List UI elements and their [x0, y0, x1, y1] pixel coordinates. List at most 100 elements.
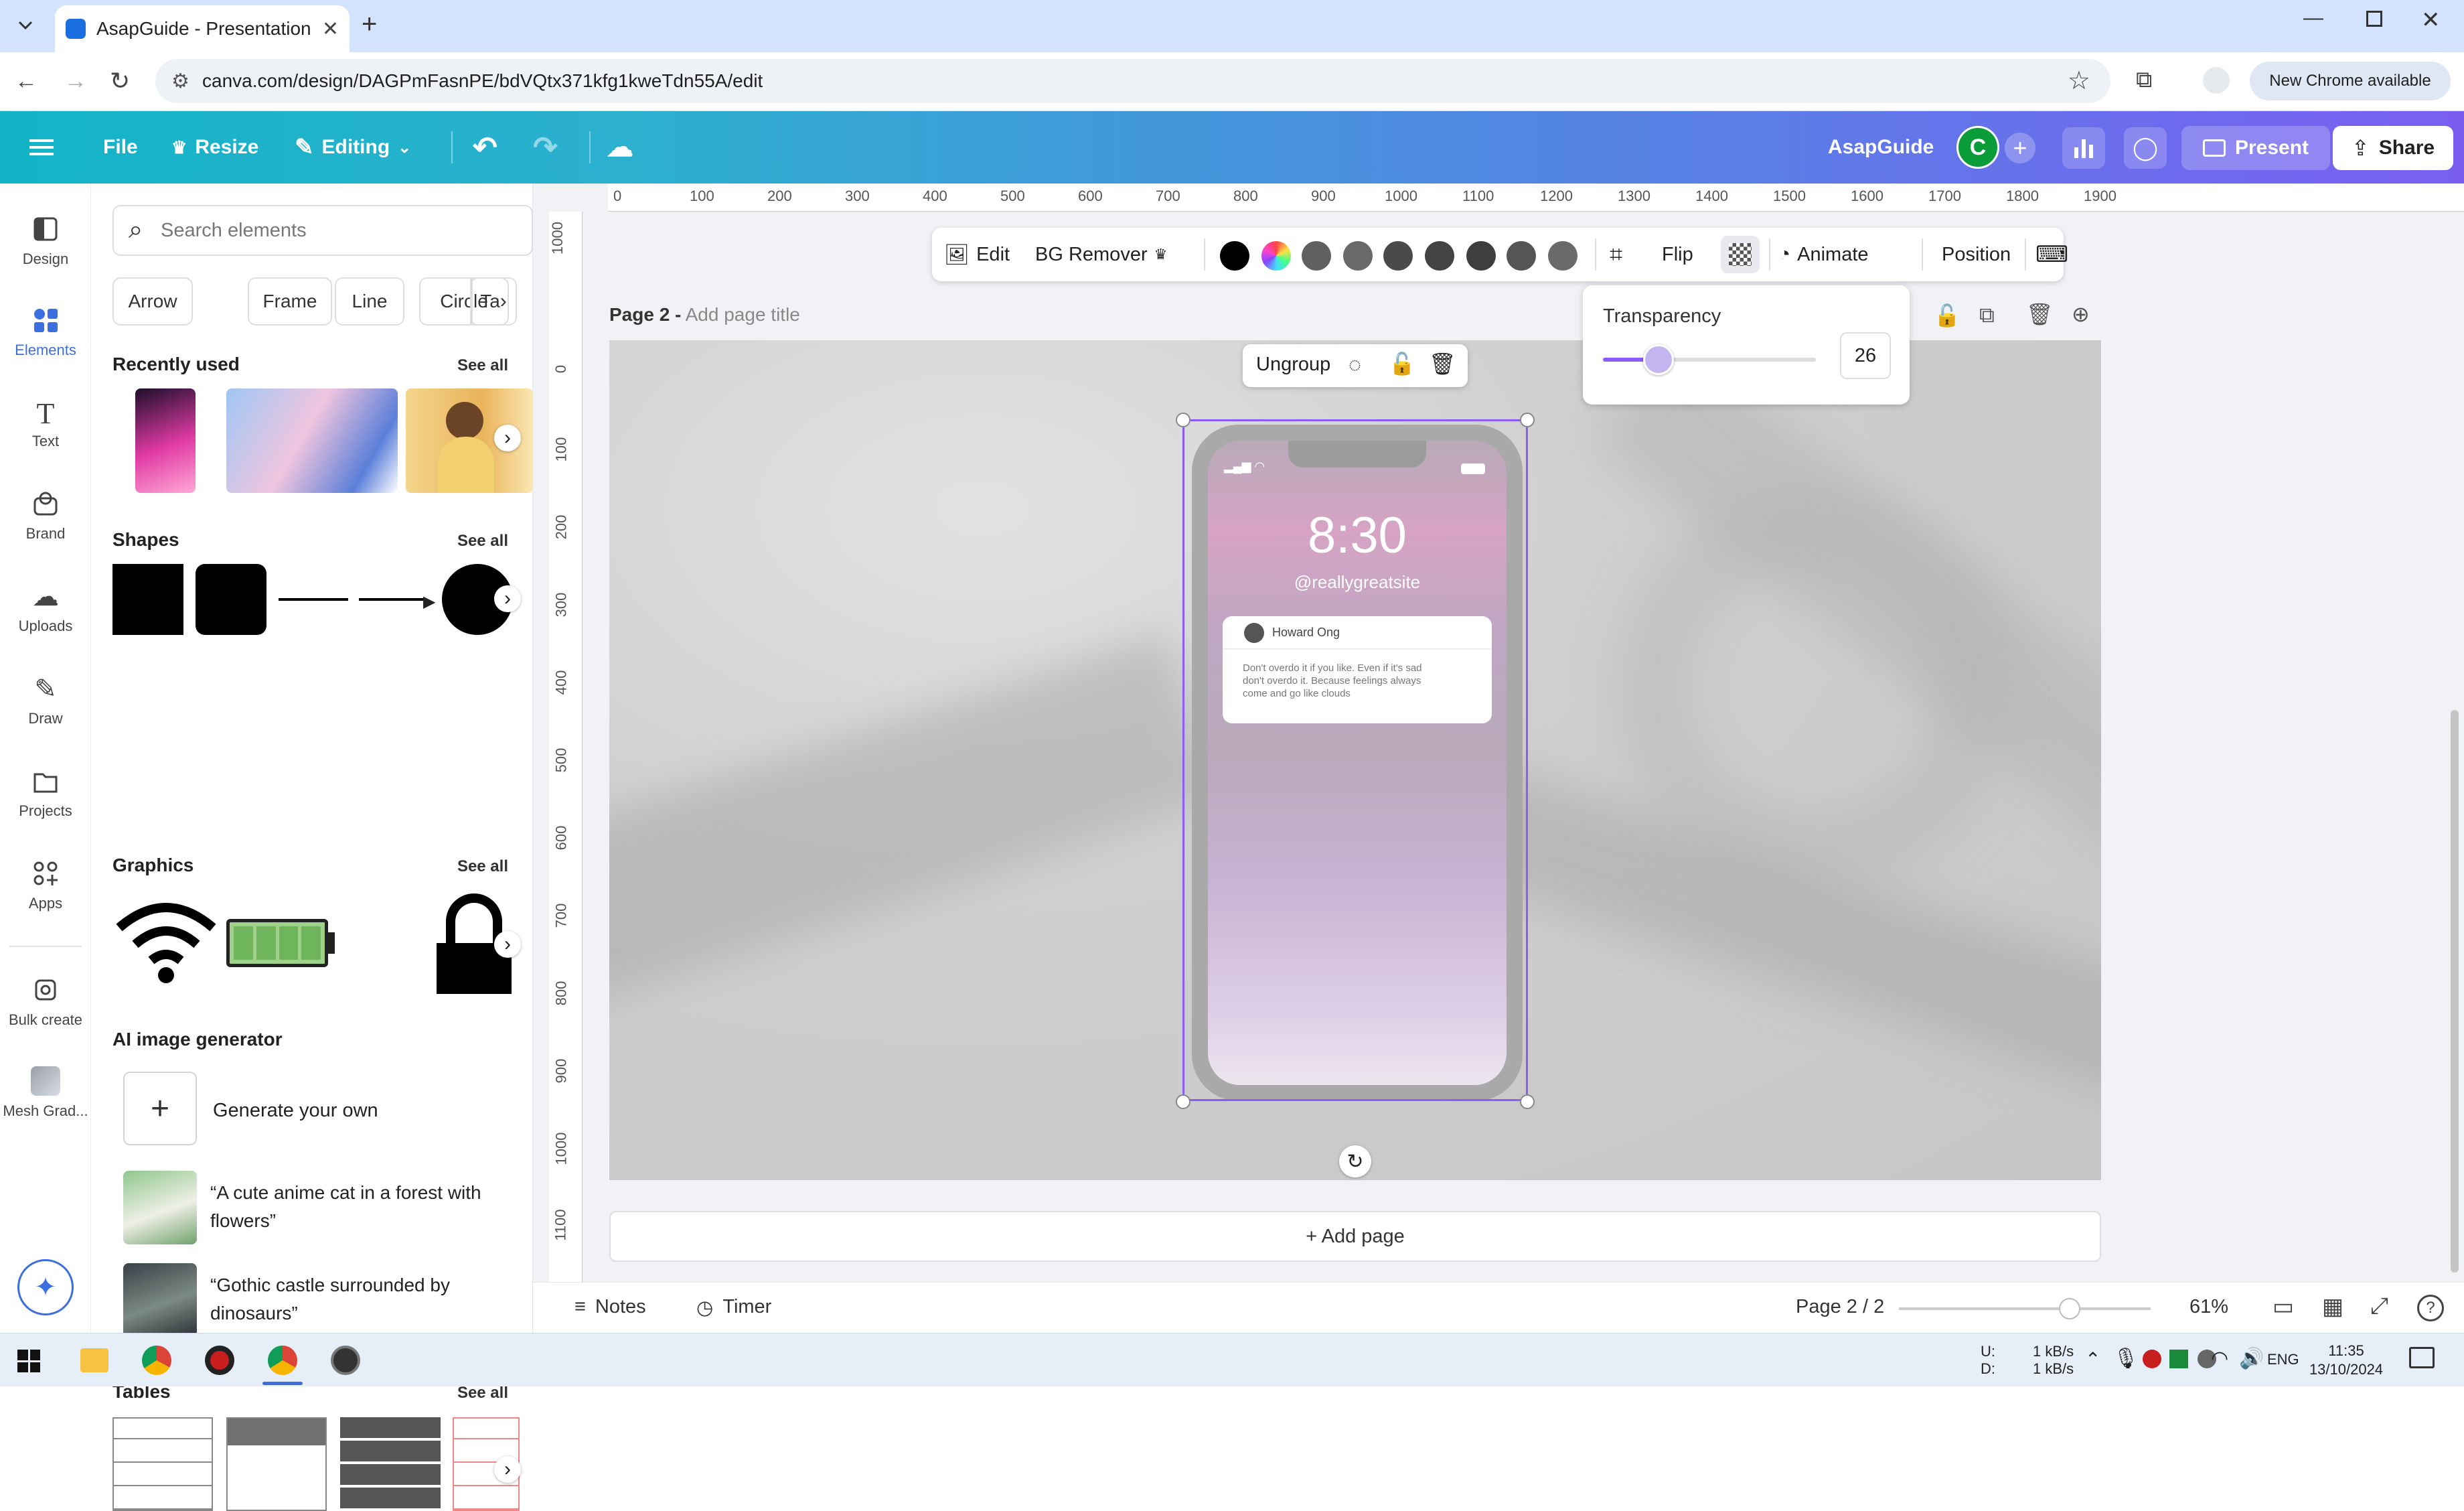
chrome-active-icon[interactable] [268, 1346, 297, 1375]
position-button[interactable]: Position [1942, 228, 2011, 281]
chip-arrow[interactable]: Arrow [112, 277, 193, 326]
ai-prompt-castle-thumb[interactable] [123, 1263, 197, 1337]
chevron-right-icon[interactable]: › [494, 585, 521, 612]
record-tray-icon[interactable] [2143, 1350, 2161, 1368]
tray-app-icon[interactable] [2169, 1350, 2188, 1368]
insights-icon[interactable] [2062, 127, 2105, 169]
search-input[interactable]: ⌕ Search elements [112, 205, 533, 256]
ai-prompt-cat-thumb[interactable] [123, 1171, 197, 1244]
chrome-icon[interactable] [142, 1346, 171, 1375]
chip-line[interactable]: Line [335, 277, 404, 326]
chevron-right-icon[interactable]: › [494, 1456, 521, 1483]
shape-arrow[interactable] [359, 598, 426, 601]
undo-icon[interactable]: ↶ [473, 111, 497, 184]
chevron-right-icon[interactable]: › [494, 425, 521, 451]
tray-chevron-icon[interactable]: ⌃ [2085, 1348, 2100, 1370]
chevron-right-icon[interactable]: › [494, 931, 521, 958]
generate-your-own[interactable]: Generate your own [213, 1100, 378, 1122]
invite-plus-icon[interactable]: + [2005, 133, 2035, 163]
paint-format-icon[interactable]: ⌨ [2035, 228, 2068, 281]
wifi-tray-icon[interactable]: ◠ [2211, 1347, 2228, 1370]
recent-item-gradient-phone[interactable] [135, 388, 196, 493]
notes-button[interactable]: ≡ Notes [574, 1296, 646, 1318]
shape-line[interactable] [279, 598, 348, 601]
rail-item-text[interactable]: T Text [0, 397, 91, 450]
resize-button[interactable]: ♛ Resize [171, 111, 258, 184]
minimize-icon[interactable]: — [2303, 7, 2323, 29]
user-avatar[interactable]: C [1956, 126, 1999, 169]
forward-icon[interactable]: → [64, 68, 87, 94]
rail-item-apps[interactable]: Apps [0, 859, 91, 912]
resize-handle[interactable] [1520, 413, 1535, 427]
zoom-slider-knob[interactable] [2059, 1298, 2081, 1319]
page-view-icon[interactable]: ▭ [2273, 1293, 2294, 1320]
ai-prompt-castle[interactable]: “Gothic castle surrounded by dinosaurs” [210, 1271, 450, 1327]
lock-icon[interactable]: 🔓 [1389, 351, 1415, 376]
close-tab-icon[interactable]: ✕ [322, 17, 339, 41]
app-icon[interactable] [331, 1346, 360, 1375]
rail-item-bulk-create[interactable]: Bulk create [0, 975, 91, 1029]
resize-handle[interactable] [1176, 1094, 1190, 1109]
main-menu-icon[interactable] [29, 111, 54, 184]
add-page-button[interactable]: + Add page [609, 1211, 2101, 1262]
color-swatch-rainbow[interactable] [1261, 241, 1291, 271]
duplicate-page-icon[interactable]: ⧉ [1979, 303, 1995, 328]
resize-handle[interactable] [1176, 413, 1190, 427]
rail-item-brand[interactable]: Brand [0, 489, 91, 543]
shape-square[interactable] [112, 564, 183, 635]
battery-icon[interactable] [226, 919, 328, 967]
see-all-tables[interactable]: See all [457, 1384, 508, 1402]
clock[interactable]: 11:35 13/10/2024 [2309, 1342, 2384, 1379]
recent-item-gradient[interactable] [226, 388, 398, 493]
see-all-shapes[interactable]: See all [457, 532, 508, 551]
fullscreen-icon[interactable]: ⤢ [2370, 1293, 2388, 1319]
table-template-header[interactable] [226, 1417, 327, 1511]
generate-plus-icon[interactable]: + [123, 1072, 197, 1145]
help-icon[interactable]: ? [2417, 1295, 2444, 1321]
browser-tab[interactable]: AsapGuide - Presentation ✕ [55, 5, 350, 52]
rail-item-projects[interactable]: Projects [0, 766, 91, 820]
file-explorer-icon[interactable] [80, 1348, 108, 1372]
see-all-recent[interactable]: See all [457, 356, 508, 375]
wifi-icon[interactable] [112, 897, 220, 985]
recorder-icon[interactable] [205, 1346, 234, 1375]
ungroup-button[interactable]: Ungroup [1256, 354, 1330, 376]
comment-icon[interactable]: ◯ [2124, 127, 2167, 169]
present-button[interactable]: Present [2181, 126, 2330, 170]
zoom-slider[interactable] [1899, 1298, 2151, 1319]
rotate-icon[interactable]: ↻ [1339, 1145, 1371, 1177]
add-page-icon[interactable]: ⊕ [2072, 301, 2090, 327]
notification-center-icon[interactable] [2409, 1347, 2435, 1368]
redo-icon[interactable]: ↷ [533, 111, 558, 184]
file-menu[interactable]: File [103, 111, 138, 184]
team-name[interactable]: AsapGuide [1828, 111, 1934, 184]
transparency-slider[interactable] [1603, 344, 1816, 375]
chip-frame[interactable]: Frame [248, 277, 332, 326]
page-title-input[interactable]: Add page title [686, 304, 800, 325]
lock-page-icon[interactable]: 🔓 [1934, 303, 1960, 328]
rail-item-uploads[interactable]: ☁ Uploads [0, 581, 91, 635]
start-icon[interactable] [17, 1350, 40, 1372]
flip-button[interactable]: Flip [1662, 228, 1693, 281]
comment-add-icon[interactable]: ◌ [1349, 352, 1361, 377]
table-template-dark[interactable] [340, 1417, 441, 1511]
tab-list-icon[interactable] [12, 12, 39, 39]
color-swatch[interactable] [1343, 241, 1373, 271]
extensions-icon[interactable]: ⧉ [2136, 67, 2152, 93]
new-tab-icon[interactable]: + [362, 9, 377, 40]
transparency-value-input[interactable]: 26 [1840, 332, 1891, 379]
share-button[interactable]: ⇪ Share [2333, 126, 2453, 170]
rail-item-design[interactable]: Design [0, 214, 91, 268]
color-swatch[interactable] [1507, 241, 1536, 271]
color-swatch[interactable] [1383, 241, 1413, 271]
volume-icon[interactable]: 🔊 [2239, 1347, 2264, 1370]
rail-item-elements[interactable]: Elements [0, 305, 91, 359]
language-indicator[interactable]: ENG [2267, 1351, 2299, 1368]
bg-remover-button[interactable]: BG Remover ♛ [1035, 228, 1167, 281]
rail-item-draw[interactable]: ✎ Draw [0, 674, 91, 727]
cloud-save-icon[interactable]: ☁ [607, 111, 633, 184]
zoom-level[interactable]: 61% [2189, 1296, 2228, 1318]
ai-prompt-cat[interactable]: “A cute anime cat in a forest with flowe… [210, 1179, 481, 1235]
close-window-icon[interactable]: ✕ [2421, 7, 2441, 33]
color-swatch[interactable] [1466, 241, 1496, 271]
